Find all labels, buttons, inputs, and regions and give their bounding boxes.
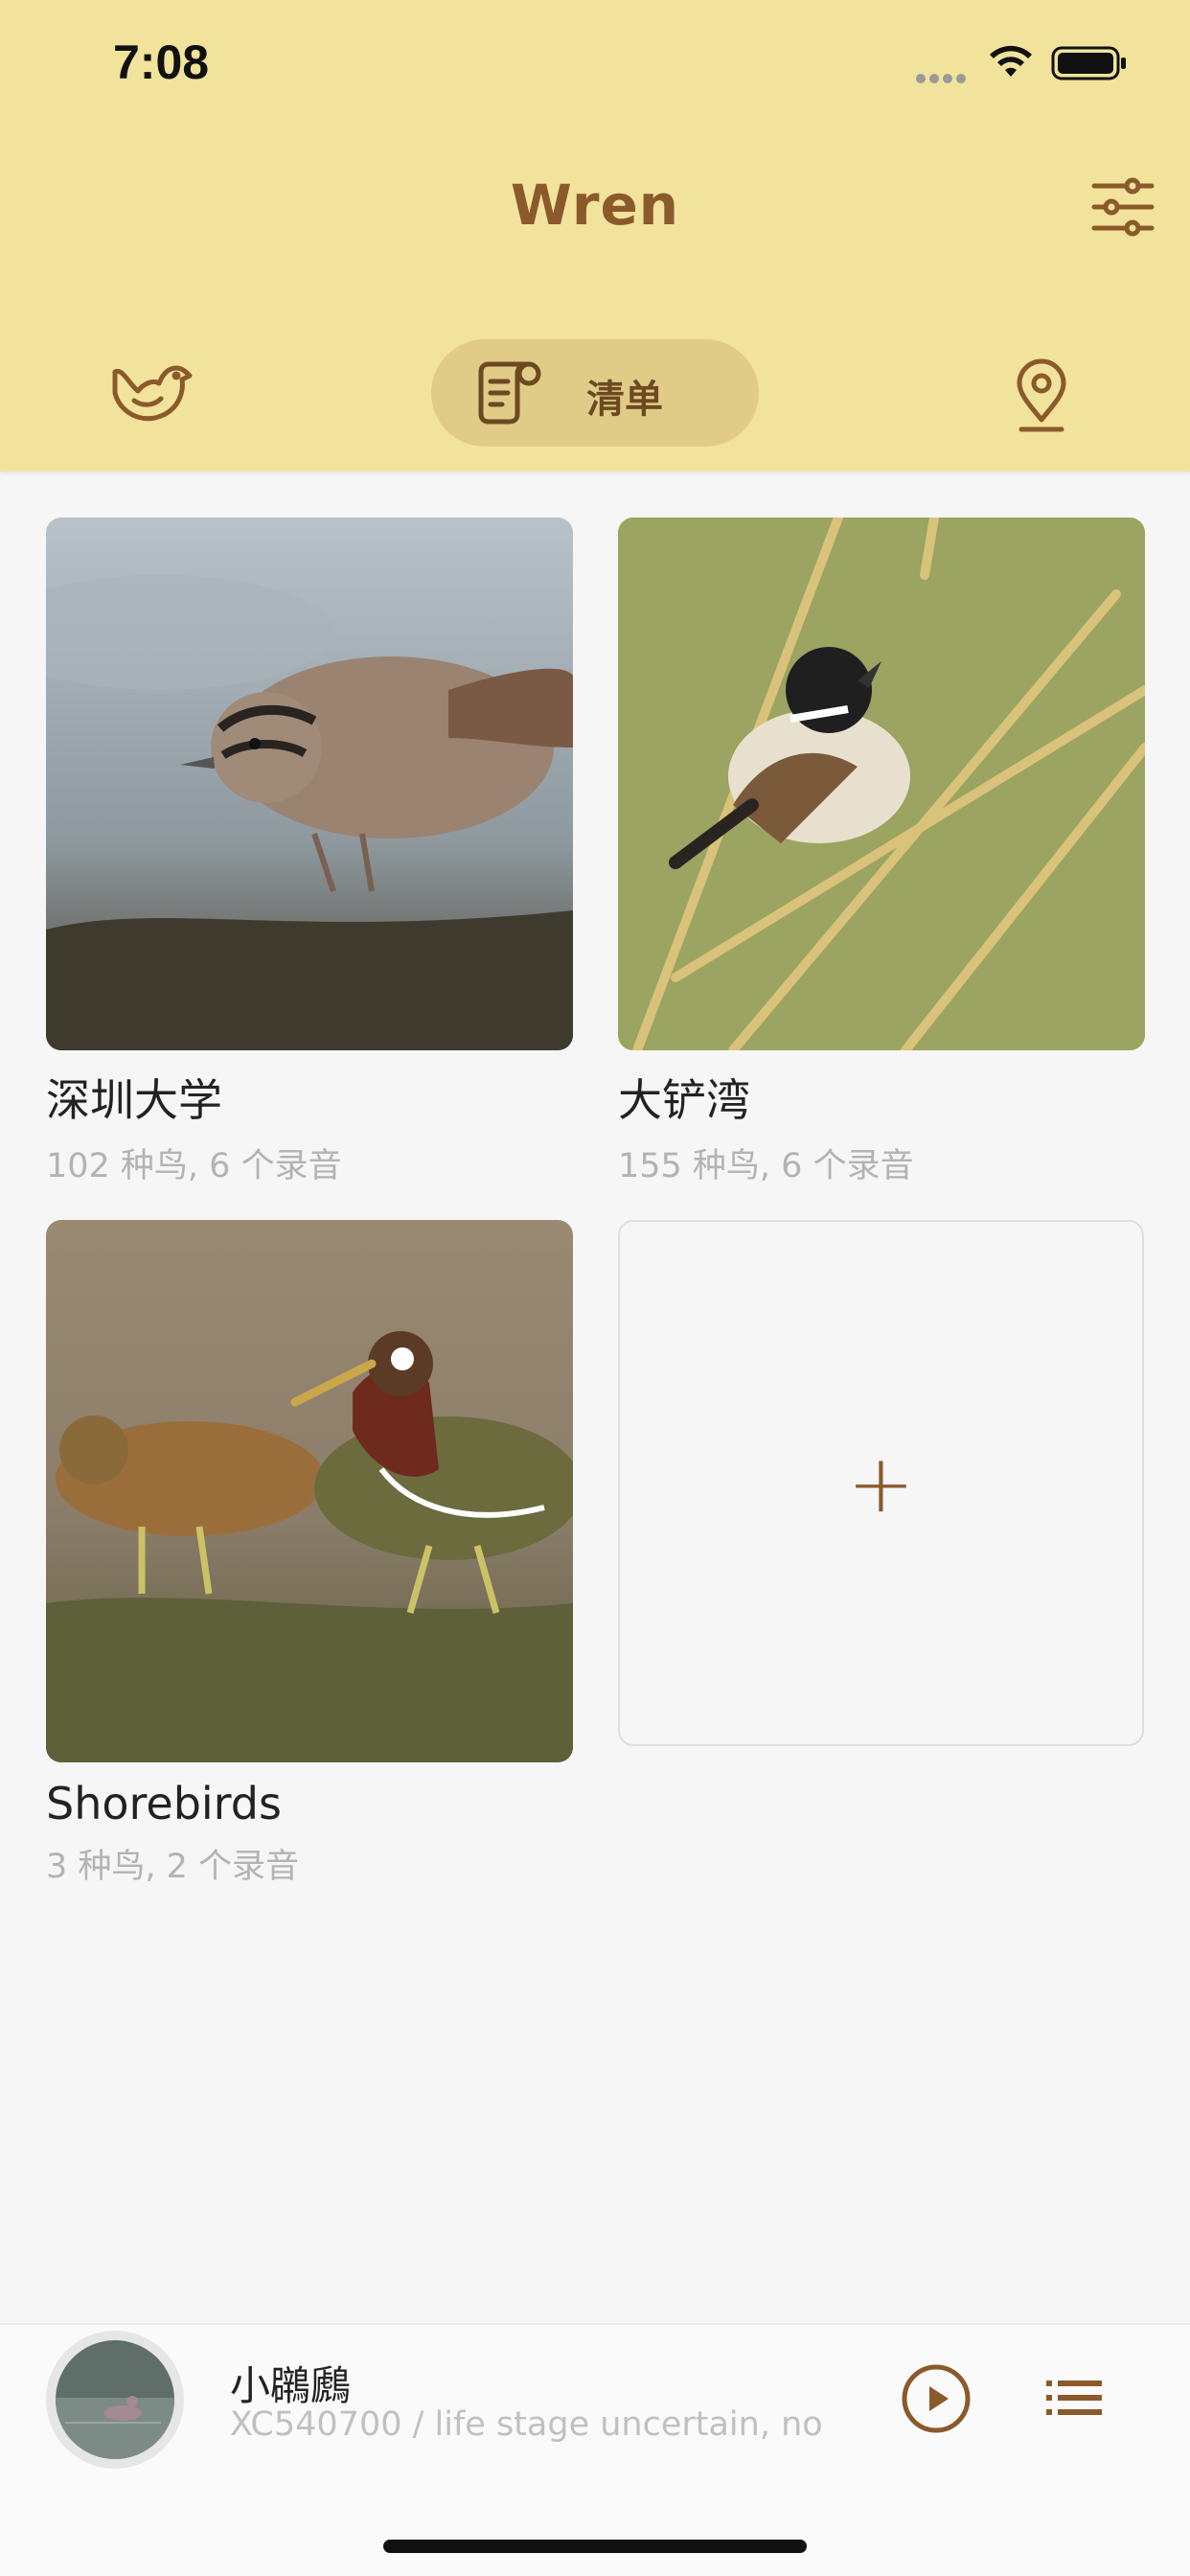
settings-sliders-icon[interactable]	[1088, 172, 1157, 242]
app-header: 7:08 Wren 清单	[0, 0, 1190, 472]
list-name: 深圳大学	[46, 1074, 222, 1126]
bird-icon	[112, 365, 193, 422]
tab-birds[interactable]	[105, 355, 201, 431]
battery-icon	[1051, 46, 1126, 80]
app-title: Wren	[510, 172, 680, 238]
track-subtitle: XC540700 / life stage uncertain, noc	[230, 2405, 824, 2444]
tab-lists[interactable]: 清单	[431, 339, 759, 447]
plus-icon: +	[847, 1436, 915, 1530]
list-meta: 3 种鸟, 2 个录音	[46, 1848, 300, 1886]
mini-player[interactable]	[0, 2323, 1190, 2576]
grebe-thumbnail	[56, 2340, 174, 2459]
list-card-shorebirds[interactable]: Shorebirds 3 种鸟, 2 个录音	[46, 1220, 573, 1888]
track-avatar[interactable]	[46, 2331, 184, 2469]
list-thumbnail-painted-snipe	[46, 1220, 573, 1762]
list-name: Shorebirds	[46, 1778, 282, 1829]
play-icon[interactable]	[901, 2363, 972, 2434]
add-list-button[interactable]: +	[618, 1220, 1144, 1746]
tab-lists-label: 清单	[586, 378, 663, 422]
cellular-signal-icon	[916, 69, 970, 87]
list-card-dachan-bay[interactable]: 大铲湾 155 种鸟, 6 个录音	[618, 518, 1145, 1187]
status-time: 7:08	[113, 35, 210, 89]
track-title: 小鸊鷉	[230, 2362, 352, 2409]
queue-list-icon[interactable]	[1046, 2379, 1102, 2417]
list-icon	[478, 361, 541, 425]
wifi-icon	[990, 45, 1032, 77]
list-meta: 102 种鸟, 6 个录音	[46, 1147, 342, 1185]
list-meta: 155 种鸟, 6 个录音	[618, 1147, 914, 1185]
list-thumbnail-bunting	[618, 518, 1145, 1050]
tab-map[interactable]	[1012, 358, 1071, 433]
list-thumbnail-sparrow	[46, 518, 573, 1050]
location-pin-icon	[1017, 358, 1066, 432]
list-card-shenzhen-university[interactable]: 深圳大学 102 种鸟, 6 个录音	[46, 518, 573, 1187]
home-indicator[interactable]	[383, 2540, 807, 2553]
list-name: 大铲湾	[618, 1074, 750, 1126]
